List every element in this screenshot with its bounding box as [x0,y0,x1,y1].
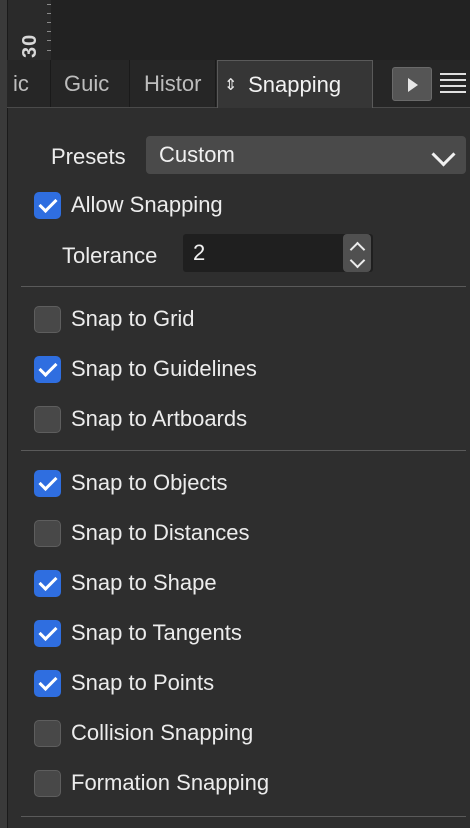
tab-snapping[interactable]: ⇕ Snapping [217,60,373,108]
tab-history[interactable]: Histor [138,60,216,107]
tolerance-stepper[interactable] [343,234,371,272]
chevron-down-icon [349,252,366,269]
vertical-ruler: 30 [7,0,51,60]
snap-option-label: Snap to Shape [71,570,217,595]
snap-to-distances-checkbox[interactable] [34,520,61,547]
snap-option-label: Snap to Tangents [71,620,242,645]
hamburger-menu-icon[interactable] [440,72,466,96]
tab-label: ic [13,71,29,96]
allow-snapping-label: Allow Snapping [71,192,223,217]
formation-snapping-checkbox[interactable] [34,770,61,797]
snap-option-label: Formation Snapping [71,770,270,795]
chevron-down-icon [431,142,456,167]
divider [21,286,466,287]
snapping-panel: Presets Custom Allow Snapping Tolerance … [7,108,470,828]
ruler-number: 30 [19,33,41,58]
tab-bar: ic Guic Histor ⇕ Snapping [7,60,470,108]
collision-snapping-checkbox[interactable] [34,720,61,747]
divider [21,816,466,817]
snap-option-label: Snap to Guidelines [71,356,257,381]
snap-option-label: Snap to Grid [71,306,195,331]
snap-to-grid-checkbox[interactable] [34,306,61,333]
snap-to-tangents-checkbox[interactable] [34,620,61,647]
chevron-updown-icon: ⇕ [224,77,238,94]
presets-dropdown[interactable]: Custom [146,136,466,174]
tab-guides[interactable]: Guic [58,60,130,107]
divider [21,450,466,451]
snap-to-shape-checkbox[interactable] [34,570,61,597]
tab-ic[interactable]: ic [7,60,51,107]
presets-value: Custom [159,142,235,167]
tab-label: Snapping [248,72,342,97]
tab-label: Guic [64,71,110,96]
snap-option-label: Snap to Points [71,670,215,695]
tolerance-value: 2 [193,240,206,265]
snap-option-label: Collision Snapping [71,720,254,745]
snap-to-points-checkbox[interactable] [34,670,61,697]
allow-snapping-checkbox[interactable] [34,192,61,219]
snap-option-label: Snap to Distances [71,520,250,545]
play-button[interactable] [392,67,432,101]
ruler [0,0,470,60]
snap-to-guidelines-checkbox[interactable] [34,356,61,383]
snap-to-artboards-checkbox[interactable] [34,406,61,433]
tolerance-label: Tolerance [62,243,158,268]
presets-label: Presets [51,144,126,169]
tab-label: Histor [144,71,202,96]
snap-to-objects-checkbox[interactable] [34,470,61,497]
snap-option-label: Snap to Objects [71,470,228,495]
snap-option-label: Snap to Artboards [71,406,248,431]
